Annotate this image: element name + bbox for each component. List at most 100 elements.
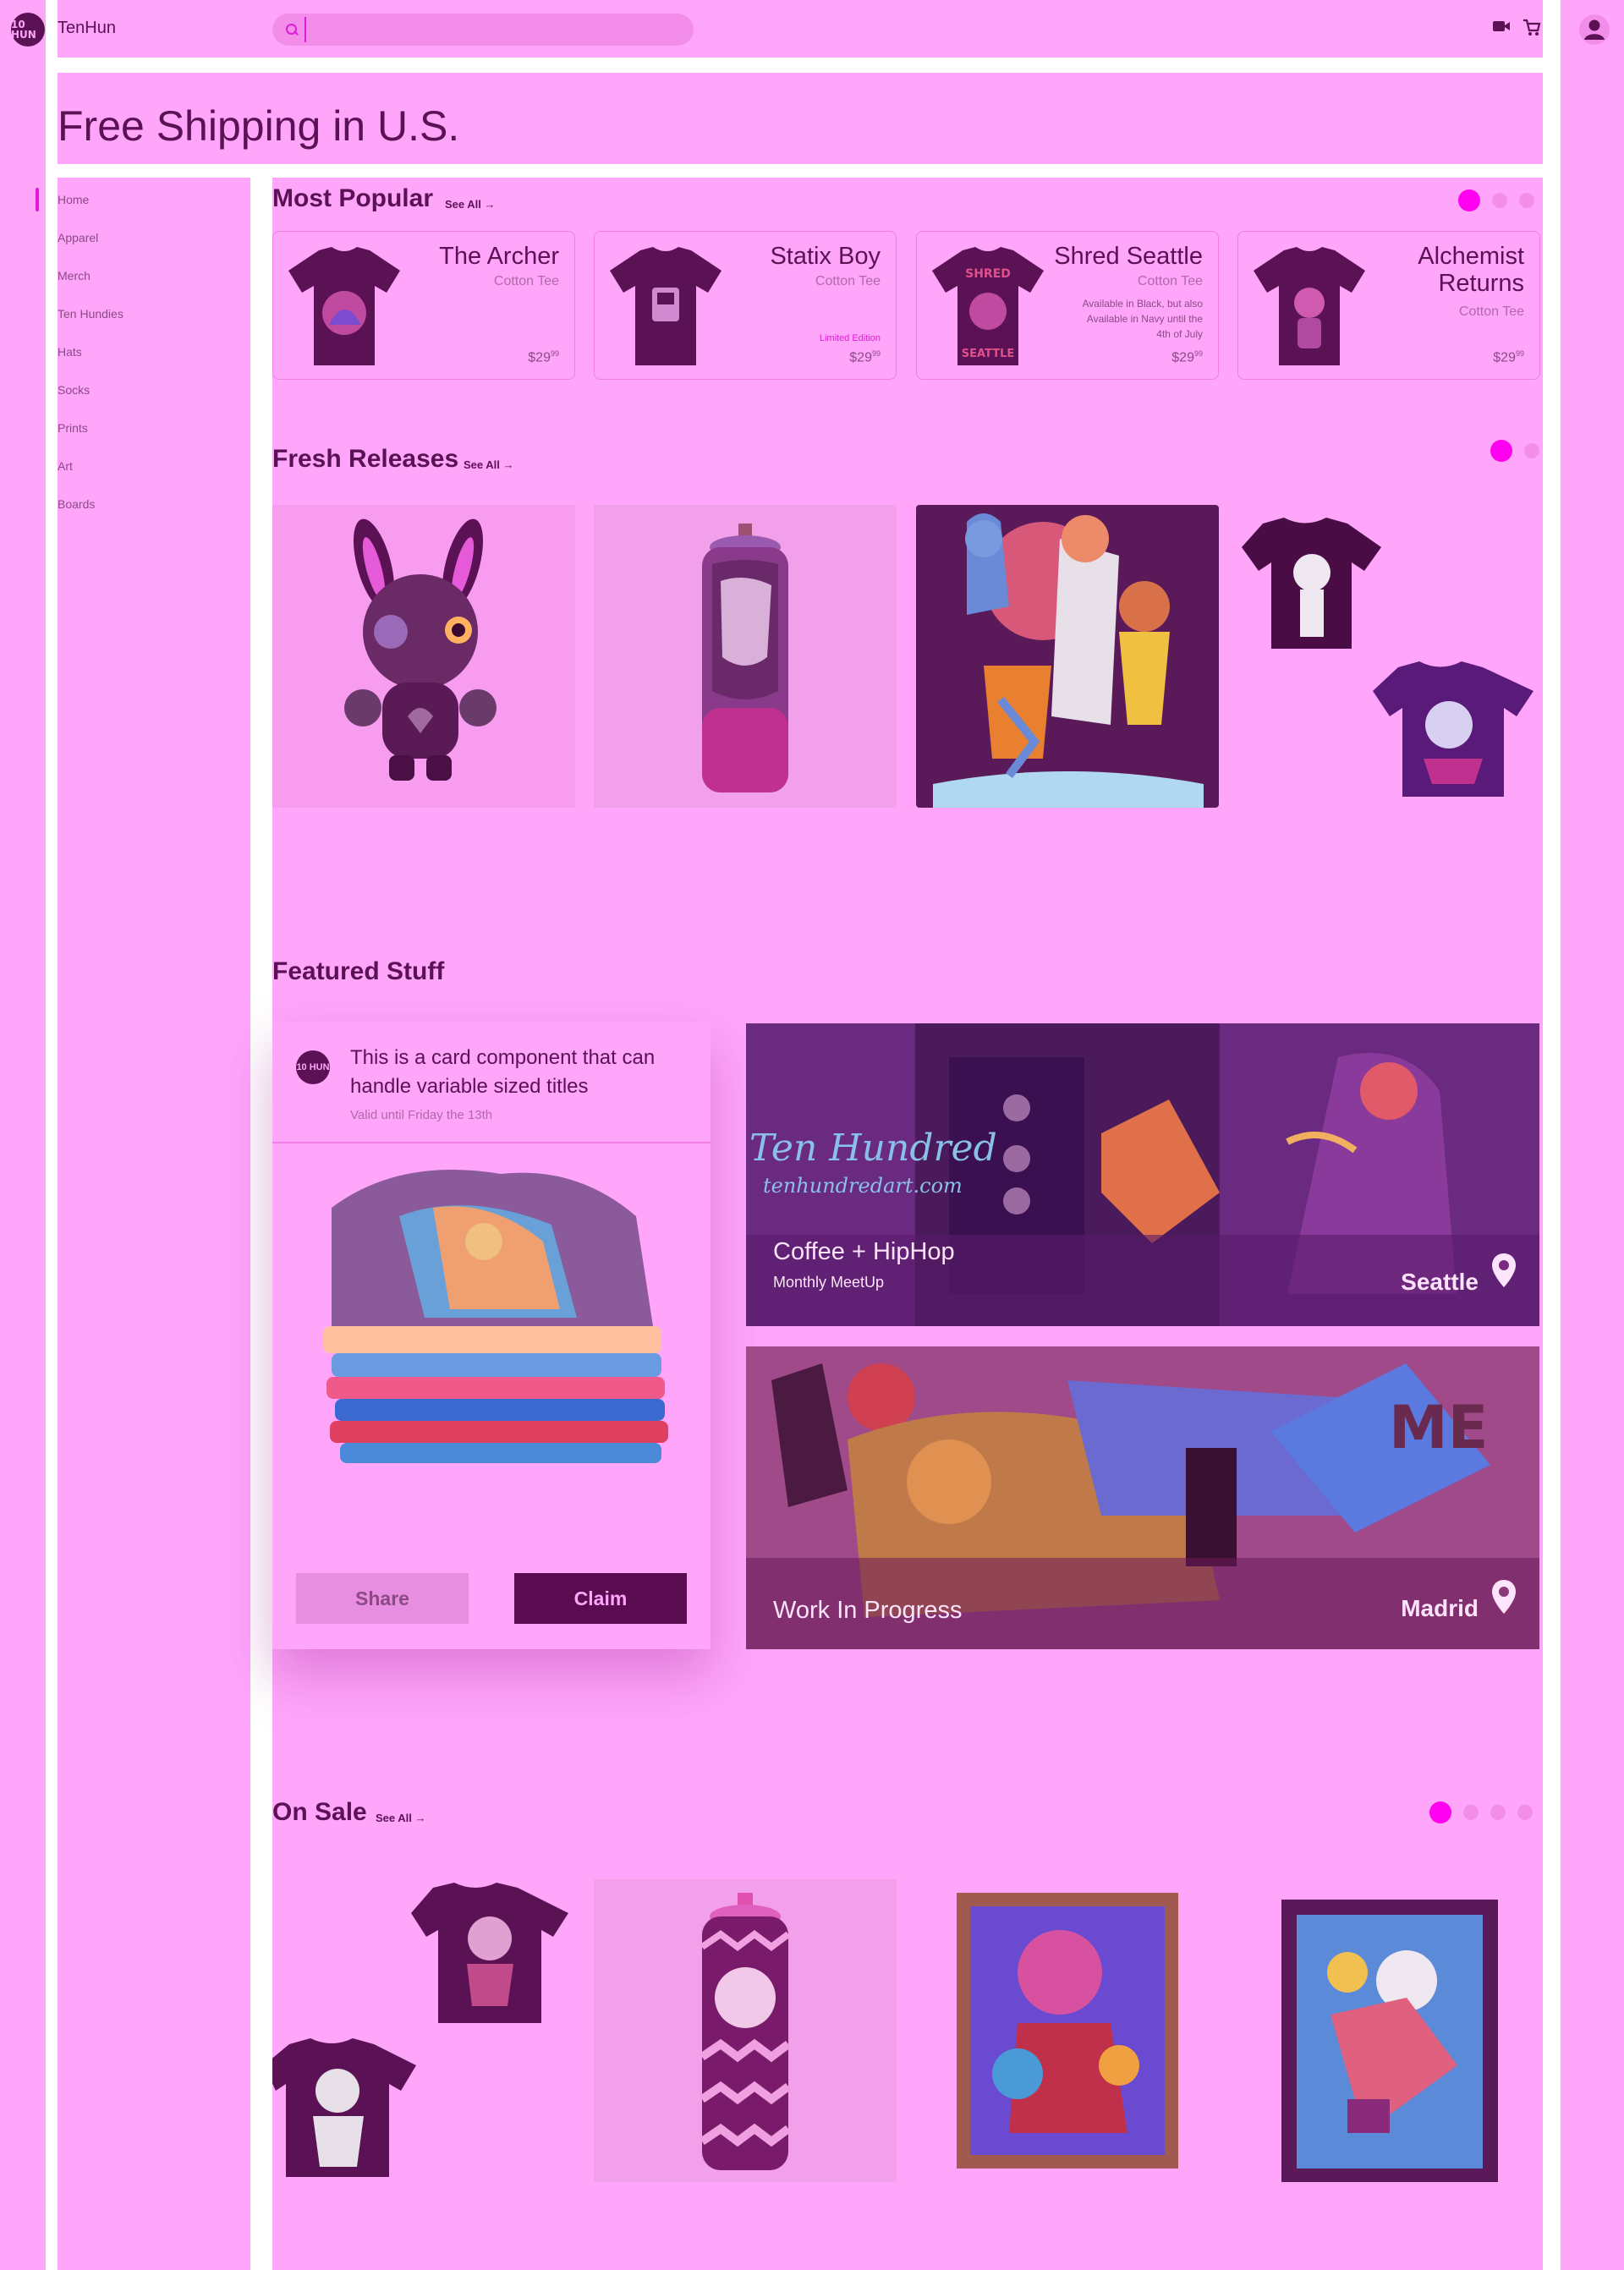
featured-stuff-title: Featured Stuff — [272, 957, 445, 985]
featured-promo-card: 10 HUN This is a card component that can… — [272, 1022, 710, 1649]
sidebar-item-prints[interactable]: Prints — [58, 406, 250, 444]
avatar: 10 HUN — [296, 1050, 330, 1084]
sidebar-item-apparel[interactable]: Apparel — [58, 216, 250, 254]
svg-text:SHRED: SHRED — [965, 267, 1011, 281]
limited-edition-badge: Limited Edition — [819, 333, 881, 343]
sale-tile-framed-print-2[interactable] — [1237, 1879, 1540, 2182]
svg-text:SEATTLE: SEATTLE — [962, 348, 1015, 360]
product-card-statix-boy[interactable]: Statix Boy Cotton Tee Limited Edition $2… — [594, 231, 897, 380]
product-tile-vinyl-figure[interactable] — [272, 505, 575, 808]
video-camera-icon[interactable] — [1492, 19, 1511, 34]
location-pin-icon — [1492, 1253, 1516, 1287]
carousel-dot[interactable] — [1463, 1805, 1479, 1820]
product-price: $2999 — [1171, 348, 1203, 365]
search-input[interactable] — [304, 17, 677, 42]
carousel-dot[interactable] — [1492, 193, 1507, 208]
tshirt-image — [288, 247, 400, 365]
search-bar[interactable] — [272, 14, 694, 46]
event-location: Madrid — [1401, 1595, 1479, 1621]
cartoon-art-print-image — [916, 505, 1219, 808]
product-subtitle: Cotton Tee — [1458, 304, 1524, 319]
sidebar-nav: Home Apparel Merch Ten Hundies Hats Sock… — [58, 178, 250, 520]
sidebar-item-hats[interactable]: Hats — [58, 330, 250, 368]
sidebar-item-merch[interactable]: Merch — [58, 254, 250, 292]
sidebar-item-socks[interactable]: Socks — [58, 368, 250, 406]
framed-art-image — [1281, 1900, 1498, 2182]
brand-name[interactable]: TenHun — [58, 19, 116, 38]
product-subtitle: Cotton Tee — [1137, 274, 1203, 288]
tshirt-image: SHRED SEATTLE — [932, 247, 1044, 365]
product-title: The Archer — [439, 243, 559, 270]
framed-art-image — [957, 1893, 1178, 2169]
tshirt-pair-image — [272, 1883, 568, 2177]
product-title: Alchemist Returns — [1418, 243, 1524, 297]
chevron-spray-can-image — [594, 1879, 897, 2182]
fresh-releases-see-all-link[interactable]: See All → — [464, 458, 513, 471]
share-button[interactable]: Share — [296, 1573, 469, 1624]
event-card-madrid[interactable]: ME Work In Progress Madrid — [746, 1346, 1539, 1649]
product-subtitle: Cotton Tee — [493, 274, 559, 288]
carousel-dot[interactable] — [1517, 1805, 1533, 1820]
on-sale-see-all-link[interactable]: See All → — [376, 1812, 425, 1824]
carousel-dot[interactable] — [1458, 189, 1480, 211]
sale-tile-framed-print-1[interactable] — [916, 1879, 1219, 2182]
most-popular-see-all-link[interactable]: See All → — [445, 198, 495, 211]
on-sale-carousel-dots — [1429, 1801, 1533, 1823]
sale-tile-tees[interactable] — [272, 1879, 575, 2182]
header-divider — [46, 58, 1561, 73]
product-price: $2999 — [528, 348, 559, 365]
carousel-dot[interactable] — [1524, 443, 1539, 458]
event-card-seattle[interactable]: Ten Hundred tenhundredart.com Coffee + H… — [746, 1023, 1539, 1326]
sidebar-divider — [250, 178, 272, 2270]
product-card-the-archer[interactable]: The Archer Cotton Tee $2999 — [272, 231, 575, 380]
svg-text:Ten Hundred: Ten Hundred — [749, 1127, 997, 1170]
product-card-alchemist-returns[interactable]: Alchemist Returns Cotton Tee $2999 — [1237, 231, 1540, 380]
promo-card-header: 10 HUN This is a card component that can… — [272, 1022, 710, 1143]
painted-spray-can-image — [594, 505, 897, 808]
on-sale-title: On Sale — [272, 1798, 367, 1826]
product-price: $2999 — [1493, 348, 1524, 365]
location-pin-icon — [1492, 1580, 1516, 1614]
banner-divider — [46, 164, 1561, 178]
carousel-dot[interactable] — [1519, 193, 1534, 208]
most-popular-carousel-dots — [1458, 189, 1534, 211]
promo-card-subtitle: Valid until Friday the 13th — [350, 1108, 493, 1122]
event-subtitle: Monthly MeetUp — [773, 1274, 885, 1291]
fresh-releases-carousel-dots — [1490, 440, 1539, 462]
product-title: Shred Seattle — [1054, 243, 1203, 270]
brand-logo[interactable]: 10 HUN — [11, 13, 45, 47]
sidebar-item-boards[interactable]: Boards — [58, 482, 250, 520]
search-icon — [286, 24, 298, 36]
most-popular-title: Most Popular — [272, 184, 434, 212]
folded-shirts-image — [323, 1170, 668, 1463]
sale-tile-spray-can[interactable] — [594, 1879, 897, 2182]
event-location: Seattle — [1401, 1269, 1479, 1295]
tshirt-image — [1254, 247, 1365, 365]
svg-text:ME: ME — [1389, 1393, 1488, 1462]
product-card-shred-seattle[interactable]: SHRED SEATTLE Shred Seattle Cotton Tee A… — [916, 231, 1219, 380]
product-tile-spray-can[interactable] — [594, 505, 897, 808]
product-tile-tees[interactable] — [1237, 505, 1540, 808]
product-subtitle: Cotton Tee — [815, 274, 881, 288]
tshirt-image — [610, 247, 721, 365]
product-title: Statix Boy — [770, 243, 881, 270]
layout-divider-left — [46, 0, 58, 2270]
svg-text:tenhundredart.com: tenhundredart.com — [763, 1174, 963, 1198]
fresh-releases-title: Fresh Releases — [272, 445, 459, 473]
active-nav-indicator — [36, 188, 39, 211]
account-icon[interactable] — [1578, 14, 1610, 46]
product-price: $2999 — [849, 348, 881, 365]
sidebar-item-home[interactable]: Home — [58, 178, 250, 216]
carousel-dot[interactable] — [1490, 1805, 1506, 1820]
product-tile-art-print[interactable] — [916, 505, 1219, 808]
event-title: Work In Progress — [773, 1597, 963, 1624]
product-availability-note: Available in Black, but also Available i… — [1082, 298, 1203, 340]
vinyl-bunny-image — [272, 505, 575, 808]
event-title: Coffee + HipHop — [773, 1238, 955, 1265]
carousel-dot[interactable] — [1490, 440, 1512, 462]
sidebar-item-art[interactable]: Art — [58, 444, 250, 482]
claim-button[interactable]: Claim — [514, 1573, 687, 1624]
sidebar-item-ten-hundies[interactable]: Ten Hundies — [58, 292, 250, 330]
shopping-cart-icon[interactable] — [1522, 19, 1541, 37]
carousel-dot[interactable] — [1429, 1801, 1451, 1823]
